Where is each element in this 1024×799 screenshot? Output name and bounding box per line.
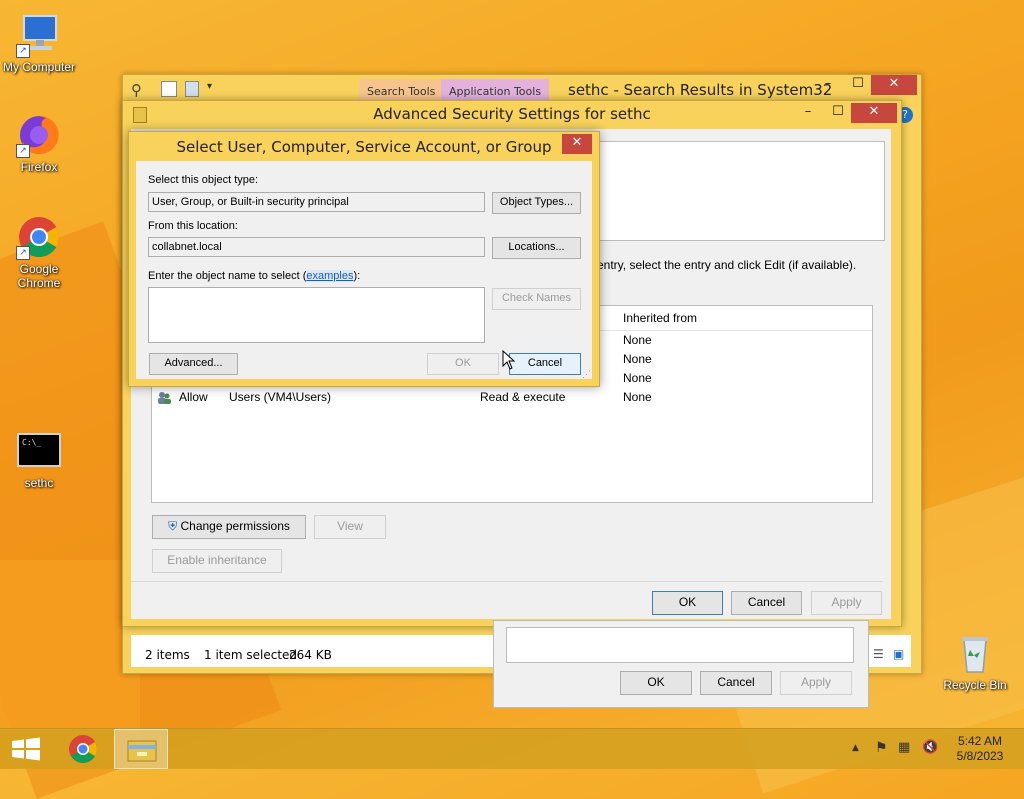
column-inherited-from[interactable]: Inherited from <box>623 311 697 325</box>
enter-label-text: Enter the object name to select ( <box>148 270 307 282</box>
properties-icon[interactable] <box>161 81 177 97</box>
search-icon[interactable]: ⚲ <box>131 81 142 99</box>
minimize-button[interactable]: – <box>793 103 823 123</box>
instruction-text: entry, select the entry and click Edit (… <box>597 258 857 272</box>
console-icon: C:\_ <box>16 428 62 474</box>
object-name-input[interactable] <box>148 287 485 343</box>
firefox-icon: ↗ <box>16 112 62 158</box>
quick-access-dropdown-icon[interactable]: ▾ <box>207 81 212 92</box>
taskbar-file-explorer[interactable] <box>114 729 168 769</box>
check-names-button[interactable]: Check Names <box>492 288 581 310</box>
file-explorer-icon <box>127 740 157 762</box>
inherited-cell: None <box>623 390 652 404</box>
status-items: 2 items <box>145 648 190 662</box>
object-type-field: User, Group, or Built-in security princi… <box>148 192 485 212</box>
desktop-icon-label: Google Chrome <box>17 262 61 290</box>
advanced-security-title: Advanced Security Settings for sethc <box>373 105 651 123</box>
svg-text:C:\_: C:\_ <box>22 438 41 447</box>
view-button[interactable]: View <box>314 515 386 539</box>
change-permissions-button[interactable]: ⛨ Change permissions <box>152 515 306 539</box>
explorer-titlebar: ⚲ ▾ Search Tools Application Tools sethc… <box>123 75 921 103</box>
clock-date: 5/8/2023 <box>956 749 1004 763</box>
principal-cell: Users (VM4\Users) <box>229 390 332 404</box>
change-permissions-label: Change permissions <box>180 519 290 533</box>
maximize-button[interactable]: ☐ <box>823 103 853 123</box>
taskbar: ▲ ⚑ ▦ 🔇 5:42 AM 5/8/2023 <box>0 728 1024 769</box>
resize-grip-icon[interactable]: ⋰ <box>582 369 591 380</box>
ok-button[interactable]: OK <box>652 591 723 615</box>
cancel-button[interactable]: Cancel <box>731 591 802 615</box>
large-icons-view-icon[interactable]: ▣ <box>893 647 904 661</box>
advanced-button[interactable]: Advanced... <box>149 353 238 375</box>
uac-shield-icon: ⛨ <box>168 519 178 533</box>
cancel-button[interactable]: Cancel <box>509 353 581 375</box>
table-row[interactable]: Allow Users (VM4\Users) Read & execute N… <box>152 390 872 409</box>
enter-object-name-label: Enter the object name to select (example… <box>148 270 360 282</box>
access-cell: Read & execute <box>480 390 566 404</box>
maximize-button[interactable]: ☐ <box>843 75 873 95</box>
computer-icon: ↗ <box>16 12 62 58</box>
inherited-cell: None <box>623 333 652 347</box>
desktop-icon-my-computer[interactable]: ↗ My Computer <box>1 12 77 74</box>
background-dialog: OK Cancel Apply <box>493 620 869 708</box>
desktop-icon-recycle-bin[interactable]: Recycle Bin <box>937 630 1013 692</box>
locations-button[interactable]: Locations... <box>492 237 581 259</box>
desktop-icon-sethc[interactable]: C:\_ sethc <box>1 428 77 490</box>
object-type-label: Select this object type: <box>148 174 259 186</box>
desktop-icon-firefox[interactable]: ↗ Firefox <box>1 112 77 174</box>
minimize-button[interactable]: – <box>813 75 843 95</box>
cancel-button[interactable]: Cancel <box>700 671 772 695</box>
users-group-icon <box>156 390 172 409</box>
recycle-bin-icon <box>952 630 998 676</box>
object-types-button[interactable]: Object Types... <box>492 192 581 214</box>
status-size: 264 KB <box>289 648 332 662</box>
desktop-icon-label: My Computer <box>2 60 76 74</box>
mouse-cursor-icon <box>502 349 516 373</box>
desktop-icon-label: sethc <box>24 476 54 490</box>
enter-label-end: ): <box>353 270 361 282</box>
taskbar-clock[interactable]: 5:42 AM 5/8/2023 <box>950 734 1010 764</box>
chrome-icon <box>69 735 97 763</box>
inherited-cell: None <box>623 371 652 385</box>
status-selected: 1 item selected <box>204 648 298 662</box>
location-field: collabnet.local <box>148 237 485 257</box>
windows-logo-icon <box>12 737 40 761</box>
show-hidden-icons-icon[interactable]: ▲ <box>852 743 859 753</box>
network-icon[interactable]: ▦ <box>898 740 910 755</box>
desktop-icon-label: Firefox <box>20 160 58 174</box>
taskbar-chrome[interactable] <box>56 729 110 769</box>
type-cell: Allow <box>179 390 208 404</box>
ok-button[interactable]: OK <box>427 353 499 375</box>
new-folder-icon[interactable] <box>185 81 199 97</box>
volume-muted-icon[interactable]: 🔇 <box>922 740 938 755</box>
start-button[interactable] <box>0 729 54 769</box>
desktop-icon-label: Recycle Bin <box>943 678 1007 692</box>
dialog-body: Select this object type: User, Group, or… <box>136 161 592 379</box>
explorer-title: sethc - Search Results in System32 <box>568 81 833 99</box>
apply-button[interactable]: Apply <box>811 591 882 615</box>
inherited-cell: None <box>623 352 652 366</box>
location-label: From this location: <box>148 220 238 232</box>
desktop-icon-chrome[interactable]: ↗ Google Chrome <box>1 214 77 290</box>
close-button[interactable]: ✕ <box>562 134 592 154</box>
enable-inheritance-button[interactable]: Enable inheritance <box>152 549 282 573</box>
close-button[interactable]: ✕ <box>851 103 897 123</box>
select-user-dialog: Select User, Computer, Service Account, … <box>128 131 600 387</box>
action-center-flag-icon[interactable]: ⚑ <box>875 740 888 756</box>
ok-button[interactable]: OK <box>620 671 692 695</box>
dialog-title: Select User, Computer, Service Account, … <box>176 138 552 156</box>
chrome-icon: ↗ <box>16 214 62 260</box>
background-panel <box>506 627 854 663</box>
apply-button[interactable]: Apply <box>780 671 852 695</box>
clock-time: 5:42 AM <box>957 734 1003 748</box>
examples-link[interactable]: examples <box>306 270 354 282</box>
close-button[interactable]: ✕ <box>871 75 917 95</box>
divider <box>131 581 883 582</box>
details-view-icon[interactable]: ☰ <box>873 647 884 661</box>
